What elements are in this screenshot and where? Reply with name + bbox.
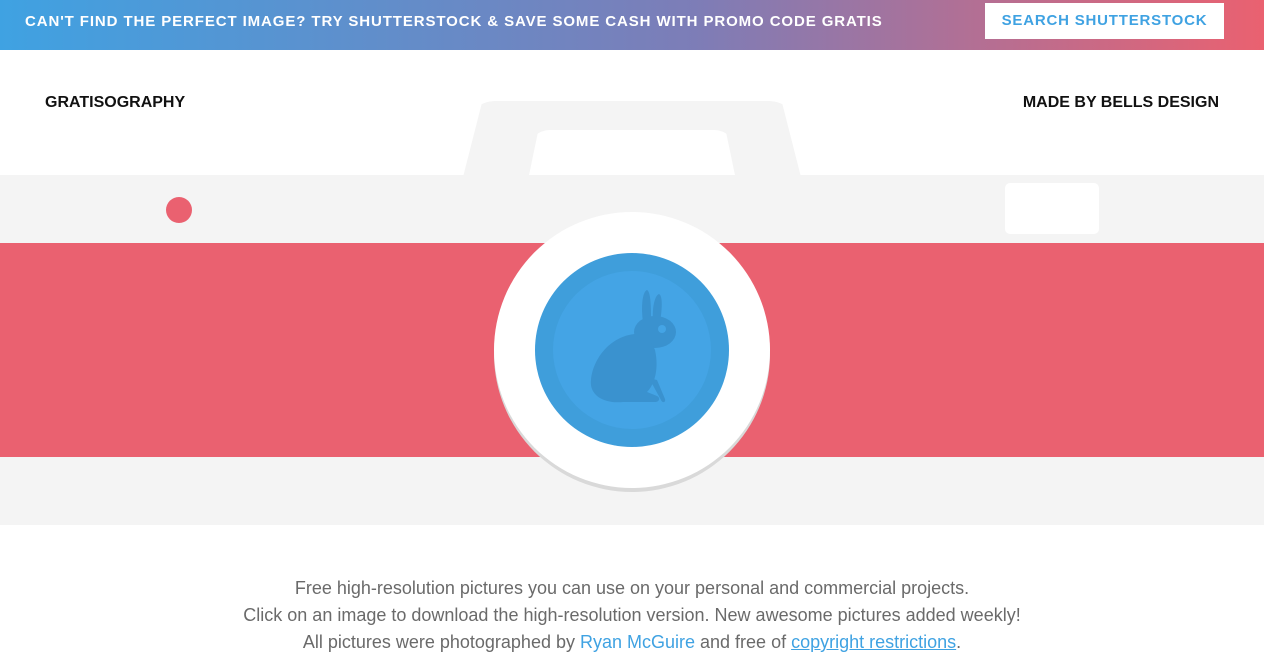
promo-text[interactable]: CAN'T FIND THE PERFECT IMAGE? TRY SHUTTE… bbox=[25, 0, 883, 44]
intro-text: Free high-resolution pictures you can us… bbox=[0, 575, 1264, 656]
search-shutterstock-button[interactable]: SEARCH SHUTTERSTOCK bbox=[985, 3, 1224, 39]
copyright-link[interactable]: copyright restrictions bbox=[791, 632, 956, 652]
rabbit-icon bbox=[590, 290, 676, 403]
site-logo[interactable]: GRATISOGRAPHY bbox=[45, 92, 185, 114]
intro-line-3: All pictures were photographed by Ryan M… bbox=[0, 629, 1264, 656]
intro-line-2: Click on an image to download the high-r… bbox=[243, 605, 1021, 625]
camera-top-inner bbox=[528, 130, 736, 180]
intro-line-1: Free high-resolution pictures you can us… bbox=[294, 578, 970, 598]
author-link[interactable]: Ryan McGuire bbox=[580, 632, 695, 652]
made-by-link[interactable]: MADE BY BELLS DESIGN bbox=[1023, 92, 1219, 114]
promo-banner: CAN'T FIND THE PERFECT IMAGE? TRY SHUTTE… bbox=[0, 0, 1264, 50]
intro-line-3-middle: and free of bbox=[695, 632, 792, 652]
intro-line-3-prefix: All pictures were photographed by bbox=[302, 632, 580, 652]
camera-light-icon bbox=[166, 197, 192, 223]
camera-flash-icon bbox=[1005, 183, 1099, 234]
intro-line-3-suffix: . bbox=[956, 632, 962, 652]
